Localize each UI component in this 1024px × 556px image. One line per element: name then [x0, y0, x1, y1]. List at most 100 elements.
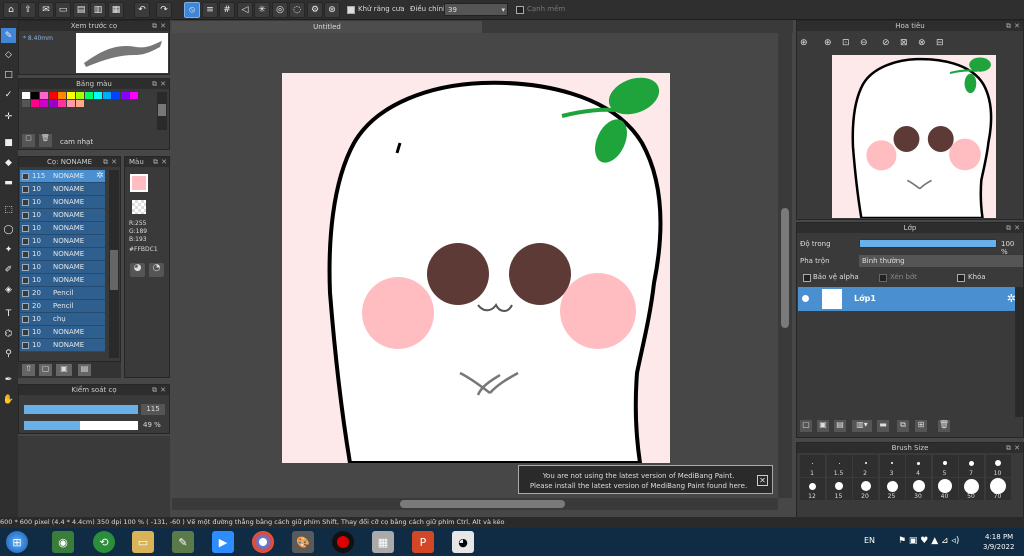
add-brush-icon[interactable]: ▢ — [39, 364, 52, 376]
new-layer-icon[interactable]: ▢ — [800, 420, 812, 432]
brush-list-item[interactable]: 10 NONAME — [20, 248, 105, 261]
vertical-scrollbar[interactable] — [778, 33, 792, 498]
brush-list-item[interactable]: 10 NONAME — [20, 235, 105, 248]
fit-icon[interactable]: ⊡ — [842, 38, 850, 48]
close-icon[interactable]: ✕ — [1014, 223, 1020, 233]
zoom-in-icon[interactable]: ⊕ — [824, 38, 832, 48]
color-swatch[interactable] — [40, 100, 48, 107]
brush-checkbox[interactable] — [22, 173, 29, 180]
color-picker-icon[interactable]: ◔ — [149, 263, 164, 277]
brush-list-scrollbar[interactable] — [109, 170, 119, 358]
close-icon[interactable]: ✕ — [160, 21, 166, 31]
popout-icon[interactable]: ⧉ — [152, 79, 157, 89]
brush-checkbox[interactable] — [22, 199, 29, 206]
brush-checkbox[interactable] — [22, 264, 29, 271]
grid-icon[interactable]: ▦ — [108, 2, 124, 18]
popout-icon[interactable]: ⧉ — [1006, 223, 1011, 233]
soft-edge-checkbox[interactable] — [516, 6, 524, 14]
color-swatch[interactable] — [22, 92, 30, 99]
close-icon[interactable]: ✕ — [1014, 443, 1020, 453]
eraser-tool-icon[interactable]: ◇ — [1, 47, 16, 62]
color-wheel-icon[interactable]: ◕ — [130, 263, 145, 277]
brush-list-item[interactable]: 10 NONAME — [20, 339, 105, 352]
layer-property-icon[interactable]: ⊞ — [915, 420, 927, 432]
lasso-tool-icon[interactable]: ◯ — [1, 222, 16, 237]
brush-size-cell[interactable]: 50 — [959, 478, 984, 500]
brush-list-item[interactable]: 20 Pencil — [20, 287, 105, 300]
color-swatch[interactable] — [76, 100, 84, 107]
brush-size-slider[interactable] — [24, 405, 138, 414]
brush-settings-icon[interactable]: ▤ — [78, 364, 91, 376]
popout-icon[interactable]: ⧉ — [1006, 443, 1011, 453]
add-color-icon[interactable]: ▢ — [22, 134, 35, 147]
antialias-checkbox[interactable] — [347, 6, 355, 14]
brush-size-cell[interactable]: 30 — [906, 478, 931, 500]
brush-checkbox[interactable] — [22, 342, 29, 349]
divide-tool-icon[interactable]: ⌬ — [1, 326, 16, 341]
export-icon[interactable]: ⇪ — [20, 2, 36, 18]
brush-size-cell[interactable]: 15 — [826, 478, 852, 500]
hand-tool-icon[interactable]: ✋ — [1, 392, 16, 407]
brush-list-item[interactable]: 10 NONAME — [20, 261, 105, 274]
brush-size-cell[interactable]: 2 — [853, 455, 878, 477]
flip-icon[interactable]: ⊟ — [936, 38, 944, 48]
rotate-right-icon[interactable]: ⊗ — [918, 38, 926, 48]
delete-color-icon[interactable]: 🗑 — [39, 134, 52, 147]
brush-list-item[interactable]: 10 NONAME — [20, 183, 105, 196]
home-icon[interactable]: ⌂ — [3, 2, 19, 18]
start-icon[interactable]: ⊞ — [6, 531, 28, 553]
powerpoint-icon[interactable]: P — [412, 531, 434, 553]
foreground-color-swatch[interactable] — [130, 174, 148, 192]
layers-icon[interactable]: ▤ — [73, 2, 89, 18]
delete-layer-icon[interactable]: 🗑 — [938, 420, 950, 432]
brush-checkbox[interactable] — [22, 277, 29, 284]
dropper-icon[interactable]: ✒ — [1, 372, 16, 387]
app-icon-2[interactable]: ⟲ — [93, 531, 115, 553]
redo-icon[interactable]: ↷ — [156, 2, 172, 18]
close-icon[interactable]: ✕ — [160, 385, 166, 395]
file-explorer-icon[interactable]: ▭ — [132, 531, 154, 553]
layer-row[interactable]: Lớp1 ✲ — [798, 287, 1020, 311]
close-icon[interactable]: ✕ — [160, 79, 166, 89]
record-icon[interactable] — [332, 531, 354, 553]
app-icon-1[interactable]: ◉ — [52, 531, 74, 553]
medibang-icon[interactable]: ◕ — [452, 531, 474, 553]
brush-checkbox[interactable] — [22, 316, 29, 323]
brush-menu-icon[interactable]: ▣ — [56, 364, 72, 376]
transparent-color-swatch[interactable] — [132, 200, 146, 214]
color-swatch[interactable] — [103, 92, 111, 99]
color-swatch[interactable] — [40, 92, 48, 99]
app-icon-3[interactable]: ✎ — [172, 531, 194, 553]
close-icon[interactable]: ✕ — [111, 157, 117, 167]
language-indicator[interactable]: EN — [864, 536, 875, 545]
magic-wand-icon[interactable]: ✦ — [1, 242, 16, 257]
app-icon-4[interactable]: ▦ — [372, 531, 394, 553]
undo-icon[interactable]: ↶ — [134, 2, 150, 18]
brush-size-cell[interactable]: 1 — [800, 455, 825, 477]
document-tab[interactable]: Untitled — [172, 21, 482, 33]
fit-screen-icon[interactable]: ⊠ — [900, 38, 908, 48]
text-tool-icon[interactable]: T — [1, 306, 16, 321]
layer-opacity-slider[interactable] — [859, 239, 997, 248]
lock-checkbox[interactable] — [957, 274, 965, 282]
brush-size-cell[interactable]: 70 — [985, 478, 1011, 500]
navigator-thumbnail[interactable] — [832, 55, 996, 218]
zoom-app-icon[interactable]: ▶ — [212, 531, 234, 553]
palette-scrollbar[interactable] — [157, 92, 167, 130]
popout-icon[interactable]: ⧉ — [103, 157, 108, 167]
color-swatch[interactable] — [58, 100, 66, 107]
parallel-snap-icon[interactable]: ≡ — [202, 2, 218, 18]
brush-checkbox[interactable] — [22, 225, 29, 232]
brush-size-cell[interactable]: 20 — [853, 478, 878, 500]
brush-checkbox[interactable] — [22, 212, 29, 219]
color-swatch[interactable] — [67, 100, 75, 107]
close-notification-icon[interactable]: ✕ — [757, 475, 768, 486]
color-swatch[interactable] — [49, 92, 57, 99]
drawing-canvas[interactable] — [282, 73, 670, 463]
brush-size-cell[interactable]: 10 — [985, 455, 1011, 477]
zoom-icon[interactable]: ⊕ — [800, 38, 808, 48]
brush-checkbox[interactable] — [22, 251, 29, 258]
brush-checkbox[interactable] — [22, 329, 29, 336]
curve-snap-icon[interactable]: ◌ — [289, 2, 305, 18]
layer-scrollbar[interactable] — [1015, 287, 1023, 417]
